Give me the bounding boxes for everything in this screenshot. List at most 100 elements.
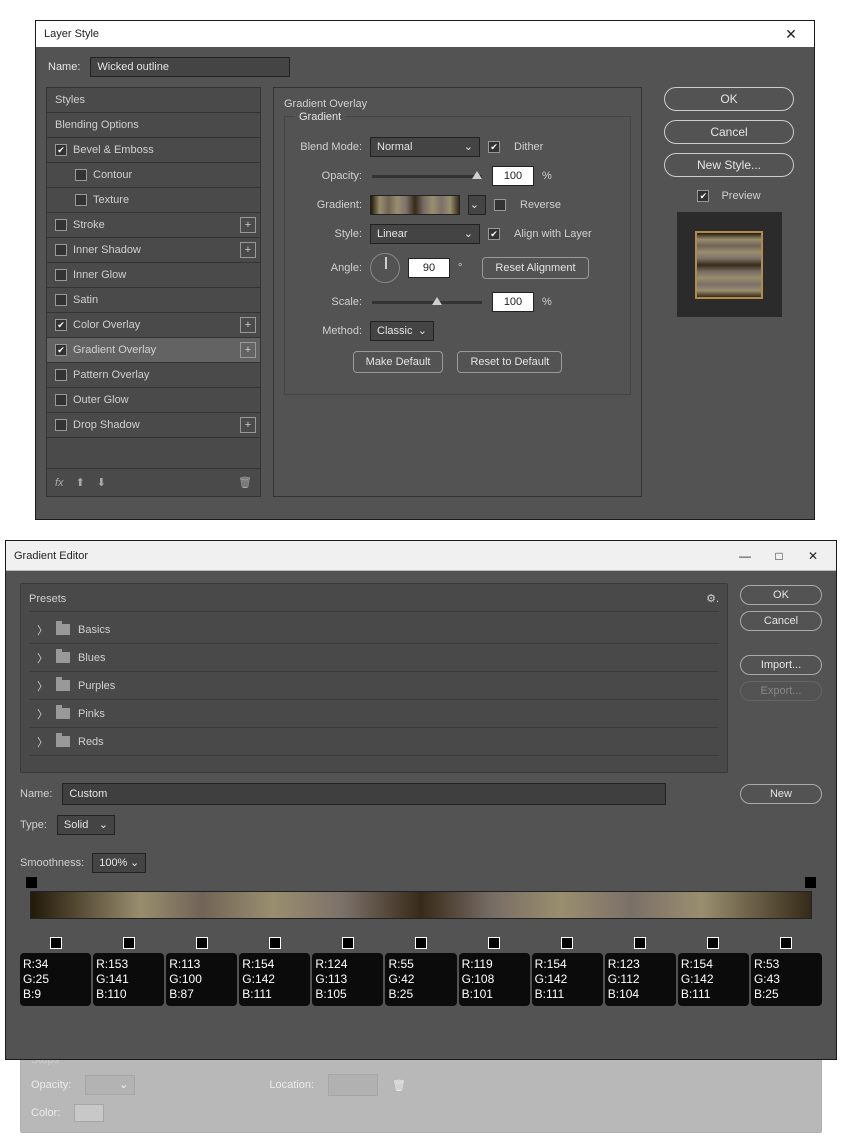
method-label: Method:	[295, 325, 362, 337]
layer-style-title: Layer Style	[44, 28, 99, 40]
blend-mode-label: Blend Mode:	[295, 141, 362, 153]
gradient-name-input[interactable]	[62, 783, 666, 805]
preset-folder[interactable]: 〉Pinks	[29, 700, 719, 728]
stop-color-swatch	[74, 1104, 104, 1122]
type-select[interactable]: Solid	[57, 815, 115, 835]
contour-row[interactable]: Contour	[47, 163, 260, 188]
satin-row[interactable]: Satin	[47, 288, 260, 313]
preset-folder[interactable]: 〉 Reds	[29, 728, 719, 756]
rgb-callout: R:124G:113B:105	[312, 953, 383, 1006]
reset-default-button[interactable]: Reset to Default	[457, 351, 562, 373]
percent-label: %	[542, 296, 552, 308]
folder-icon	[56, 736, 70, 747]
style-select[interactable]: Linear	[370, 224, 480, 244]
stroke-row[interactable]: Stroke+	[47, 213, 260, 238]
opacity-stop[interactable]	[805, 877, 816, 888]
new-style-button[interactable]: New Style...	[664, 153, 794, 177]
satin-check[interactable]	[55, 294, 67, 306]
gradient-overlay-row[interactable]: Gradient Overlay+	[47, 338, 260, 363]
opacity-slider[interactable]	[372, 175, 482, 178]
gear-icon[interactable]: ⚙.	[706, 592, 719, 605]
layer-style-titlebar[interactable]: Layer Style ✕	[36, 21, 814, 47]
preview-check[interactable]	[697, 190, 709, 202]
maximize-icon[interactable]: □	[764, 544, 794, 568]
reverse-check[interactable]	[494, 199, 506, 211]
make-default-button[interactable]: Make Default	[353, 351, 444, 373]
preset-folder[interactable]: 〉Basics	[29, 616, 719, 644]
preset-folder[interactable]: 〉Purples	[29, 672, 719, 700]
angle-input[interactable]	[408, 258, 450, 278]
scale-input[interactable]	[492, 292, 534, 312]
fx-icon[interactable]: fx	[55, 477, 64, 489]
plus-icon[interactable]: +	[240, 342, 256, 358]
arrow-up-icon[interactable]: ⬆	[76, 476, 85, 489]
plus-icon[interactable]: +	[240, 217, 256, 233]
ok-button[interactable]: OK	[740, 585, 822, 605]
new-button[interactable]: New	[740, 784, 822, 804]
presets-list[interactable]: 〉Basics〉Blues〉Purples〉Pinks 〉 Reds	[29, 616, 719, 764]
gradient-bar[interactable]	[30, 891, 812, 919]
pattern-overlay-row[interactable]: Pattern Overlay	[47, 363, 260, 388]
chevron-right-icon: 〉	[37, 734, 48, 750]
gradient-editor-area[interactable]: R:34G:25B:9R:153G:141B:110R:113G:100B:87…	[20, 891, 822, 961]
stop-location-input	[328, 1074, 378, 1096]
stop-opacity-select	[85, 1075, 135, 1095]
outer-glow-check[interactable]	[55, 394, 67, 406]
color-overlay-check[interactable]	[55, 319, 67, 331]
plus-icon[interactable]: +	[240, 417, 256, 433]
gradient-overlay-panel: Gradient Overlay Gradient Blend Mode: No…	[273, 87, 642, 497]
align-check[interactable]	[488, 228, 500, 240]
angle-label: Angle:	[295, 262, 362, 274]
drop-shadow-check[interactable]	[55, 419, 67, 431]
cancel-button[interactable]: Cancel	[664, 120, 794, 144]
method-select[interactable]: Classic	[370, 321, 434, 341]
texture-check[interactable]	[75, 194, 87, 206]
pattern-overlay-check[interactable]	[55, 369, 67, 381]
gradient-overlay-check[interactable]	[55, 344, 67, 356]
texture-row[interactable]: Texture	[47, 188, 260, 213]
rgb-callout: R:113G:100B:87	[166, 953, 237, 1006]
color-stop-label: Color:	[31, 1107, 60, 1119]
angle-dial[interactable]	[370, 253, 400, 283]
minimize-icon[interactable]: —	[730, 544, 760, 568]
close-icon[interactable]: ✕	[776, 21, 806, 47]
plus-icon[interactable]: +	[240, 317, 256, 333]
color-overlay-row[interactable]: Color Overlay+	[47, 313, 260, 338]
inner-glow-check[interactable]	[55, 269, 67, 281]
folder-icon	[56, 652, 70, 663]
trash-icon[interactable]: 🗑	[238, 476, 252, 489]
scale-label: Scale:	[295, 296, 362, 308]
ok-button[interactable]: OK	[664, 87, 794, 111]
gradient-editor-titlebar[interactable]: Gradient Editor — □ ✕	[6, 541, 836, 571]
import-button[interactable]: Import...	[740, 655, 822, 675]
opacity-input[interactable]	[492, 166, 534, 186]
gradient-swatch[interactable]	[370, 195, 460, 215]
style-preview	[677, 212, 782, 317]
arrow-down-icon[interactable]: ⬇	[97, 476, 106, 489]
stroke-check[interactable]	[55, 219, 67, 231]
gradient-dropdown[interactable]	[468, 195, 486, 215]
plus-icon[interactable]: +	[240, 242, 256, 258]
close-icon[interactable]: ✕	[798, 544, 828, 568]
percent-label: %	[542, 170, 552, 182]
bevel-emboss-row[interactable]: Bevel & Emboss	[47, 138, 260, 163]
contour-check[interactable]	[75, 169, 87, 181]
preset-folder-label: Reds	[78, 736, 104, 748]
blending-options-row[interactable]: Blending Options	[47, 113, 260, 138]
bevel-emboss-check[interactable]	[55, 144, 67, 156]
dither-check[interactable]	[488, 141, 500, 153]
inner-shadow-check[interactable]	[55, 244, 67, 256]
preset-folder[interactable]: 〉Blues	[29, 644, 719, 672]
drop-shadow-row[interactable]: Drop Shadow+	[47, 413, 260, 438]
blend-mode-select[interactable]: Normal	[370, 137, 480, 157]
opacity-stop[interactable]	[26, 877, 37, 888]
smoothness-select[interactable]: 100%	[92, 853, 146, 873]
inner-glow-row[interactable]: Inner Glow	[47, 263, 260, 288]
reset-alignment-button[interactable]: Reset Alignment	[482, 257, 588, 279]
inner-shadow-row[interactable]: Inner Shadow+	[47, 238, 260, 263]
layer-style-dialog: Layer Style ✕ Name: Styles Blending Opti…	[35, 20, 815, 520]
scale-slider[interactable]	[372, 301, 482, 304]
cancel-button[interactable]: Cancel	[740, 611, 822, 631]
outer-glow-row[interactable]: Outer Glow	[47, 388, 260, 413]
layer-name-input[interactable]	[90, 57, 290, 77]
